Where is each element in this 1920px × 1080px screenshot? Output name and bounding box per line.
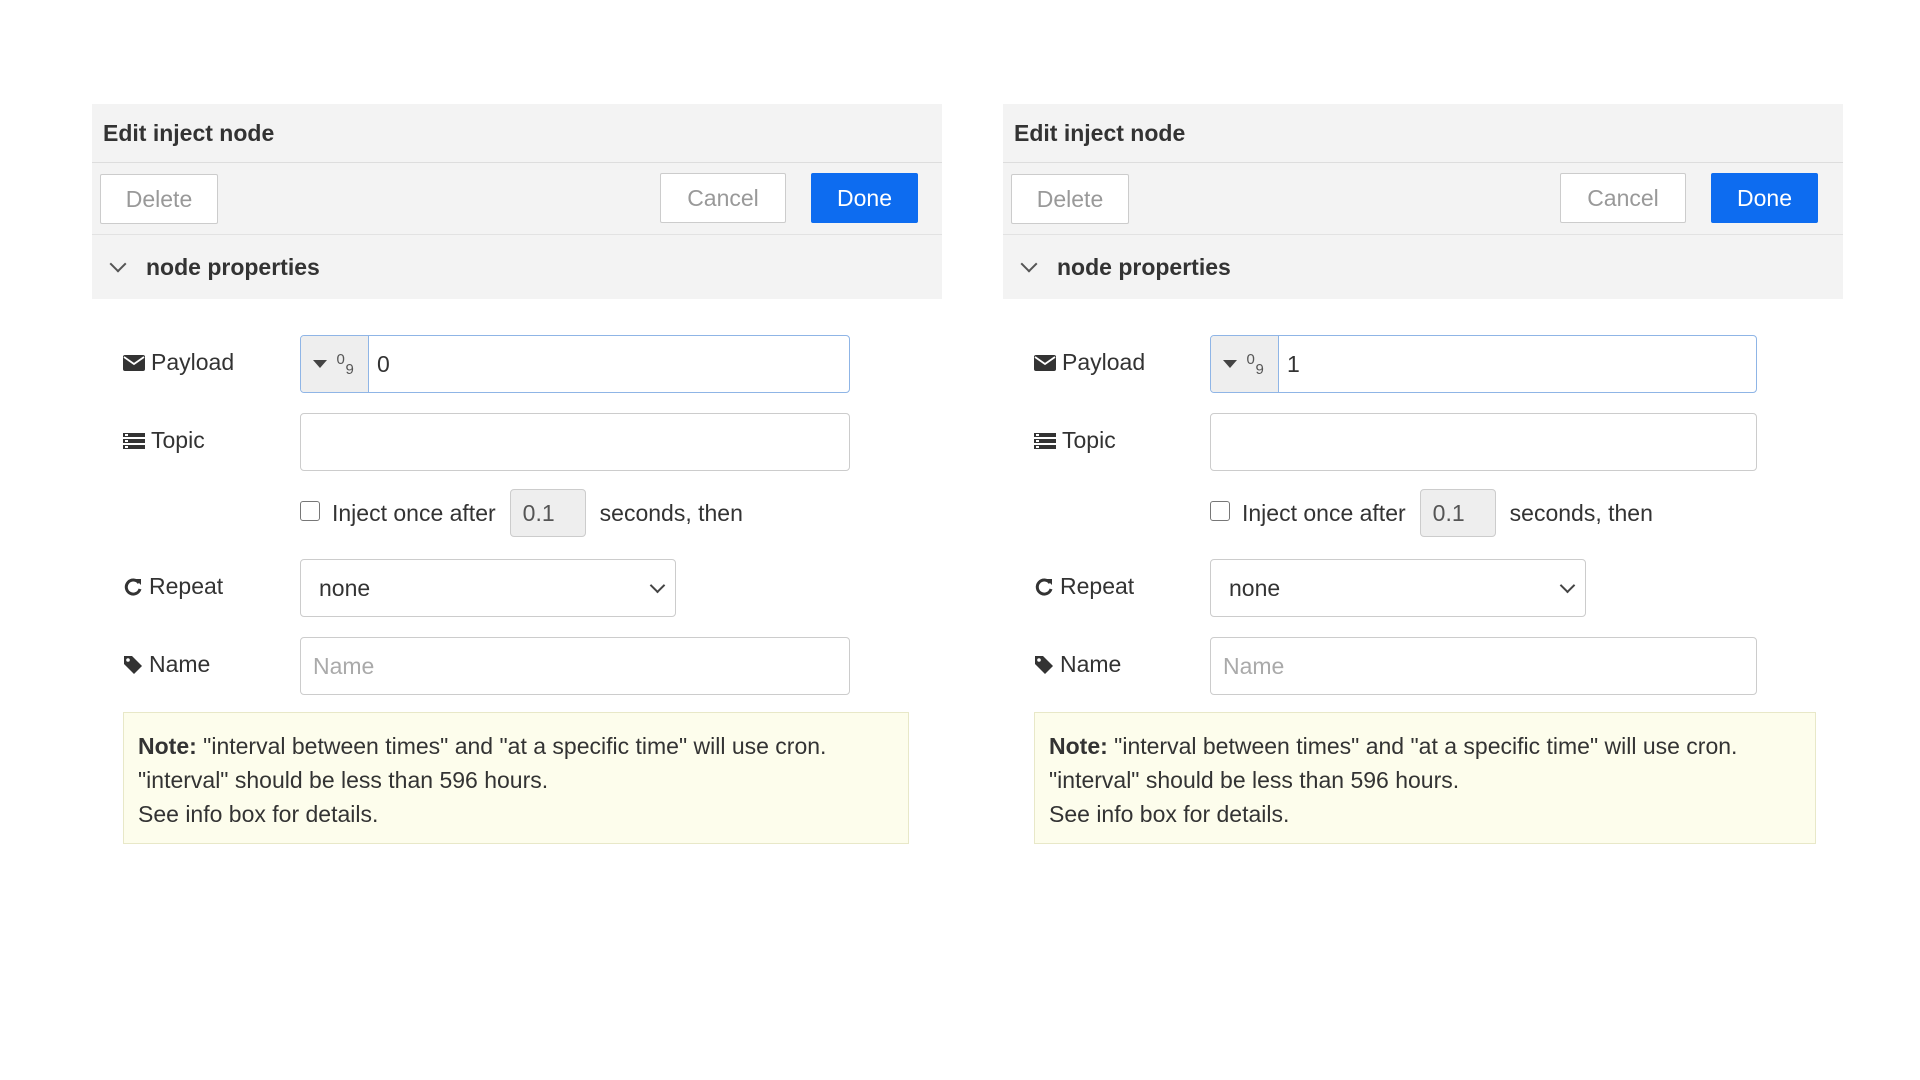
node-properties-header[interactable]: node properties	[1003, 235, 1843, 299]
inject-suffix: seconds, then	[599, 499, 743, 526]
repeat-label: Repeat	[1034, 573, 1134, 600]
cancel-button[interactable]: Cancel	[1560, 173, 1686, 223]
cron-note: Note: "interval between times" and "at a…	[1034, 712, 1816, 844]
caret-down-icon	[312, 360, 327, 368]
payload-label: Payload	[123, 349, 234, 376]
section-title: node properties	[1057, 253, 1231, 280]
done-button[interactable]: Done	[811, 173, 918, 223]
name-input[interactable]: Name	[300, 637, 850, 695]
dialog-title: Edit inject node	[1003, 104, 1843, 163]
properties-form: Payload 09 1 Topic Inject once after 0.1…	[1003, 299, 1843, 859]
section-title: node properties	[146, 253, 320, 280]
dialog-title: Edit inject node	[92, 104, 942, 163]
payload-input[interactable]: 09 0	[300, 335, 850, 393]
dialog-toolbar: Delete Cancel Done	[1003, 163, 1843, 235]
delete-button[interactable]: Delete	[100, 174, 218, 224]
name-placeholder: Name	[313, 652, 375, 679]
repeat-select[interactable]: none	[1210, 559, 1586, 617]
topic-label: Topic	[1034, 427, 1116, 454]
topic-label: Topic	[123, 427, 205, 454]
cron-note: Note: "interval between times" and "at a…	[123, 712, 909, 844]
inject-once-checkbox[interactable]	[300, 501, 320, 521]
delete-button[interactable]: Delete	[1011, 174, 1129, 224]
cancel-button[interactable]: Cancel	[660, 173, 786, 223]
name-label: Name	[1034, 651, 1121, 678]
payload-value[interactable]: 0	[369, 336, 390, 392]
payload-type-select[interactable]: 09	[1211, 336, 1279, 392]
list-icon	[1034, 432, 1056, 449]
number-type-icon: 09	[1246, 351, 1264, 378]
payload-value[interactable]: 1	[1279, 336, 1300, 392]
inject-once-label: Inject once after	[1242, 499, 1406, 526]
properties-form: Payload 09 0 Topic Inject once after 0.1…	[92, 299, 942, 859]
edit-inject-dialog-left: Edit inject node Delete Cancel Done node…	[92, 104, 942, 864]
chevron-down-icon	[109, 255, 127, 273]
edit-inject-dialog-right: Edit inject node Delete Cancel Done node…	[1003, 104, 1843, 864]
repeat-label: Repeat	[123, 573, 223, 600]
payload-input[interactable]: 09 1	[1210, 335, 1757, 393]
chevron-down-icon	[1559, 577, 1576, 593]
inject-once-row: Inject once after 0.1 seconds, then	[300, 489, 743, 537]
repeat-selected-value: none	[1229, 574, 1281, 601]
name-label: Name	[123, 651, 210, 678]
payload-type-select[interactable]: 09	[301, 336, 369, 392]
inject-once-row: Inject once after 0.1 seconds, then	[1210, 489, 1653, 537]
inject-delay-input[interactable]: 0.1	[1419, 489, 1496, 537]
tag-icon	[124, 655, 142, 674]
repeat-selected-value: none	[319, 574, 371, 601]
name-input[interactable]: Name	[1210, 637, 1757, 695]
tag-icon	[1035, 655, 1053, 674]
number-type-icon: 09	[336, 351, 354, 378]
list-icon	[123, 432, 145, 449]
repeat-select[interactable]: none	[300, 559, 676, 617]
inject-suffix: seconds, then	[1509, 499, 1653, 526]
payload-label: Payload	[1034, 349, 1145, 376]
envelope-icon	[123, 354, 145, 371]
refresh-icon	[1035, 578, 1053, 596]
done-button[interactable]: Done	[1711, 173, 1818, 223]
chevron-down-icon	[1020, 255, 1038, 273]
refresh-icon	[124, 578, 142, 596]
name-placeholder: Name	[1223, 652, 1285, 679]
topic-input[interactable]	[1210, 413, 1757, 471]
inject-once-label: Inject once after	[332, 499, 496, 526]
dialog-toolbar: Delete Cancel Done	[92, 163, 942, 235]
inject-delay-input[interactable]: 0.1	[509, 489, 586, 537]
envelope-icon	[1034, 354, 1056, 371]
chevron-down-icon	[649, 577, 666, 593]
topic-input[interactable]	[300, 413, 850, 471]
inject-once-checkbox[interactable]	[1210, 501, 1230, 521]
node-properties-header[interactable]: node properties	[92, 235, 942, 299]
caret-down-icon	[1222, 360, 1237, 368]
